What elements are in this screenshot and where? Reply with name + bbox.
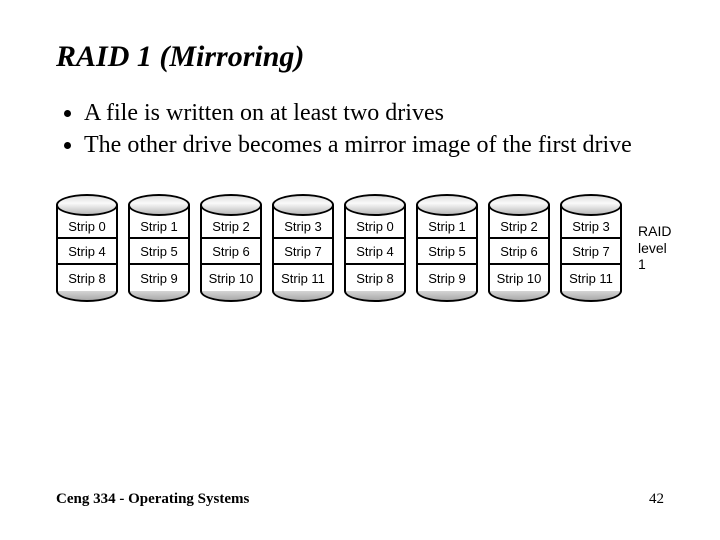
disk-body: Strip 2Strip 6Strip 10	[200, 205, 262, 291]
disk-top-icon	[560, 194, 622, 216]
footer-course: Ceng 334 - Operating Systems	[56, 491, 249, 508]
disk: Strip 2Strip 6Strip 10	[488, 194, 550, 302]
bullet-item: The other drive becomes a mirror image o…	[84, 130, 664, 160]
strip-cell: Strip 7	[274, 239, 332, 265]
caption-line: RAID	[638, 223, 671, 240]
disk-top-icon	[344, 194, 406, 216]
disk: Strip 1Strip 5Strip 9	[128, 194, 190, 302]
disk-body: Strip 1Strip 5Strip 9	[128, 205, 190, 291]
disk-top-icon	[416, 194, 478, 216]
strip-cell: Strip 4	[58, 239, 116, 265]
strip-cell: Strip 8	[346, 265, 404, 291]
disk: Strip 0Strip 4Strip 8	[56, 194, 118, 302]
caption-line: level 1	[638, 240, 671, 274]
strip-cell: Strip 4	[346, 239, 404, 265]
disk: Strip 0Strip 4Strip 8	[344, 194, 406, 302]
strip-cell: Strip 6	[490, 239, 548, 265]
disk: Strip 3Strip 7Strip 11	[272, 194, 334, 302]
strip-cell: Strip 9	[130, 265, 188, 291]
disk-body: Strip 0Strip 4Strip 8	[56, 205, 118, 291]
disk: Strip 1Strip 5Strip 9	[416, 194, 478, 302]
strip-cell: Strip 7	[562, 239, 620, 265]
disk-group-mirror: Strip 0Strip 4Strip 8Strip 1Strip 5Strip…	[344, 194, 622, 302]
disk: Strip 3Strip 7Strip 11	[560, 194, 622, 302]
slide-title: RAID 1 (Mirroring)	[56, 40, 664, 74]
strip-cell: Strip 11	[562, 265, 620, 291]
disk-top-icon	[272, 194, 334, 216]
disk-body: Strip 0Strip 4Strip 8	[344, 205, 406, 291]
bullet-list: A file is written on at least two drives…	[56, 98, 664, 160]
footer-page-number: 42	[649, 491, 664, 508]
disk-top-icon	[200, 194, 262, 216]
strip-cell: Strip 8	[58, 265, 116, 291]
strip-cell: Strip 5	[418, 239, 476, 265]
figure-caption: RAID level 1	[638, 223, 671, 273]
disk-array: Strip 0Strip 4Strip 8Strip 1Strip 5Strip…	[56, 194, 622, 302]
disk: Strip 2Strip 6Strip 10	[200, 194, 262, 302]
bullet-item: A file is written on at least two drives	[84, 98, 664, 128]
disk-body: Strip 1Strip 5Strip 9	[416, 205, 478, 291]
raid-figure: Strip 0Strip 4Strip 8Strip 1Strip 5Strip…	[56, 194, 664, 302]
disk-body: Strip 3Strip 7Strip 11	[560, 205, 622, 291]
disk-top-icon	[56, 194, 118, 216]
strip-cell: Strip 10	[490, 265, 548, 291]
strip-cell: Strip 11	[274, 265, 332, 291]
strip-cell: Strip 10	[202, 265, 260, 291]
disk-body: Strip 3Strip 7Strip 11	[272, 205, 334, 291]
disk-group-primary: Strip 0Strip 4Strip 8Strip 1Strip 5Strip…	[56, 194, 334, 302]
strip-cell: Strip 5	[130, 239, 188, 265]
strip-cell: Strip 6	[202, 239, 260, 265]
disk-top-icon	[128, 194, 190, 216]
disk-body: Strip 2Strip 6Strip 10	[488, 205, 550, 291]
strip-cell: Strip 9	[418, 265, 476, 291]
disk-top-icon	[488, 194, 550, 216]
